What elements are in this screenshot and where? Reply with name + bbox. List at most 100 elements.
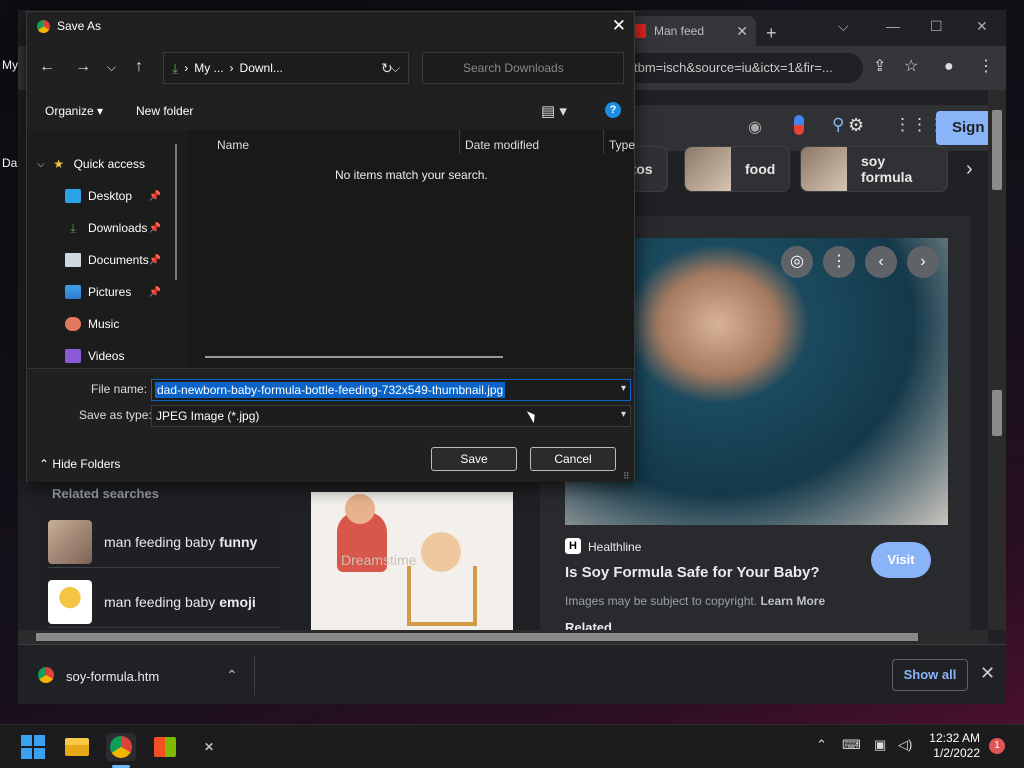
file-list-scrollbar[interactable] xyxy=(205,356,503,358)
address-breadcrumb[interactable]: ⤓ › My ... › Downl... ⌵ xyxy=(163,52,409,84)
nav-item-downloads[interactable]: ⤓ Downloads 📌 xyxy=(65,212,165,244)
scrollbar-thumb[interactable] xyxy=(36,633,918,641)
vertical-scrollbar[interactable] xyxy=(988,90,1006,630)
column-divider[interactable] xyxy=(603,130,604,154)
column-divider[interactable] xyxy=(459,130,460,154)
chip-thumbnail xyxy=(685,147,731,191)
more-options-icon[interactable]: ⋮ xyxy=(823,246,855,278)
search-icon[interactable]: ⚲ xyxy=(832,115,844,135)
dialog-close-button[interactable]: ✕ xyxy=(612,16,626,36)
save-button[interactable]: Save xyxy=(431,447,517,471)
documents-icon xyxy=(65,253,81,267)
back-arrow-icon[interactable]: ← xyxy=(39,59,55,75)
save-as-type-select[interactable]: JPEG Image (*.jpg) ▾ xyxy=(151,405,631,427)
refresh-icon[interactable]: ↻ xyxy=(381,60,393,77)
chip-soy-formula[interactable]: soy formula xyxy=(800,146,948,192)
chevron-down-icon[interactable]: ⌵ xyxy=(37,159,45,170)
nav-item-documents[interactable]: Documents 📌 xyxy=(65,244,165,276)
up-arrow-icon[interactable]: ↑ xyxy=(135,59,143,75)
new-tab-button[interactable]: + xyxy=(766,24,777,42)
nav-item-quick-access[interactable]: ⌵ ★ Quick access xyxy=(37,148,187,180)
chevron-up-icon[interactable]: ⌃ xyxy=(226,667,238,684)
visit-button[interactable]: Visit xyxy=(871,542,931,578)
volume-icon[interactable]: ◁) xyxy=(898,737,912,753)
scrollbar-thumb[interactable] xyxy=(992,390,1002,436)
file-explorer-app[interactable] xyxy=(62,733,92,761)
source-name: Healthline xyxy=(588,540,642,554)
profile-icon[interactable]: ● xyxy=(944,58,954,76)
start-button[interactable] xyxy=(18,733,48,761)
settings-gear-icon[interactable]: ⚙ xyxy=(848,115,864,136)
show-all-button[interactable]: Show all xyxy=(892,659,968,691)
nav-item-pictures[interactable]: Pictures 📌 xyxy=(65,276,165,308)
recent-locations-chevron-icon[interactable]: ⌵ xyxy=(107,59,116,75)
search-input[interactable]: Search Downloads xyxy=(422,52,624,84)
illustration-result-image[interactable]: Dreamstime xyxy=(311,492,513,630)
close-download-bar-icon[interactable]: ✕ xyxy=(980,663,995,684)
chrome-file-icon xyxy=(38,667,54,683)
tab-man-feeding[interactable]: Man feed ✕ xyxy=(626,16,756,46)
horizontal-scrollbar[interactable] xyxy=(18,630,988,644)
chevron-down-icon[interactable]: ▾ xyxy=(621,409,626,420)
minimize-button[interactable]: — xyxy=(886,18,900,34)
column-date-modified[interactable]: Date modified xyxy=(465,138,539,152)
tab-search-icon[interactable]: ⌵ xyxy=(838,18,849,35)
sign-in-button[interactable]: Sign i xyxy=(936,111,988,145)
lens-icon[interactable]: ◎ xyxy=(781,246,813,278)
resize-grip-icon[interactable]: ⠿ xyxy=(623,471,630,482)
breadcrumb-item[interactable]: Downl... xyxy=(240,61,283,75)
nav-item-music[interactable]: Music xyxy=(65,308,165,340)
desktop-icon xyxy=(65,189,81,203)
keyboard-icon[interactable]: ⌨ xyxy=(842,737,861,753)
column-type[interactable]: Type xyxy=(609,138,635,152)
chips-next-icon[interactable]: › xyxy=(966,158,973,181)
store-app[interactable] xyxy=(150,733,180,761)
related-item[interactable]: man feeding baby funny xyxy=(48,516,280,568)
new-folder-button[interactable]: New folder xyxy=(136,104,193,118)
maximize-button[interactable]: ☐ xyxy=(930,18,943,35)
previous-icon[interactable]: ‹ xyxy=(865,246,897,278)
empty-results-message: No items match your search. xyxy=(335,168,488,182)
chrome-app[interactable] xyxy=(106,733,136,761)
download-filename[interactable]: soy-formula.htm xyxy=(66,669,159,684)
related-item[interactable]: man feeding baby emoji xyxy=(48,576,280,628)
cancel-button[interactable]: Cancel xyxy=(530,447,616,471)
clock[interactable]: 12:32 AM 1/2/2022 xyxy=(922,731,980,761)
bookmark-star-icon[interactable]: ☆ xyxy=(904,58,918,76)
help-icon[interactable]: ? xyxy=(605,102,621,118)
close-window-button[interactable]: ✕ xyxy=(976,18,988,35)
chevron-up-icon: ⌃ xyxy=(39,457,50,471)
file-name-input[interactable]: dad-newborn-baby-formula-bottle-feeding-… xyxy=(151,379,631,401)
address-bar[interactable]: tbm=isch&source=iu&ictx=1&fir=... xyxy=(618,53,863,83)
nav-scrollbar[interactable] xyxy=(175,144,177,280)
learn-more-link[interactable]: Learn More xyxy=(760,594,825,608)
share-icon[interactable]: ⇪ xyxy=(873,58,886,76)
view-options-icon[interactable]: ▤ ▾ xyxy=(541,102,567,120)
chevron-up-icon[interactable]: ⌃ xyxy=(816,737,827,753)
column-name[interactable]: Name xyxy=(217,138,249,152)
forward-arrow-icon[interactable]: → xyxy=(75,59,91,75)
network-icon[interactable]: ▣ xyxy=(874,737,886,753)
next-icon[interactable]: › xyxy=(907,246,939,278)
scrollbar-thumb[interactable] xyxy=(992,110,1002,190)
menu-icon[interactable]: ⋮ xyxy=(978,58,994,76)
hide-folders-button[interactable]: ⌃ Hide Folders xyxy=(39,457,120,471)
tab-close-icon[interactable]: ✕ xyxy=(736,23,748,40)
chip-food[interactable]: food xyxy=(684,146,790,192)
music-icon xyxy=(65,317,81,331)
organize-button[interactable]: Organize ▾ xyxy=(45,104,103,118)
related-label: man feeding baby funny xyxy=(104,533,258,550)
microphone-icon[interactable] xyxy=(794,115,804,135)
dialog-title: Save As xyxy=(57,19,102,33)
breadcrumb-item[interactable]: My ... xyxy=(194,61,223,75)
notification-badge[interactable]: 1 xyxy=(989,738,1005,754)
chevron-down-icon[interactable]: ▾ xyxy=(621,383,626,394)
related-searches: Related searches man feeding baby funny … xyxy=(38,486,282,630)
paint-app[interactable]: ✕ xyxy=(194,733,224,761)
camera-icon[interactable]: ◉ xyxy=(748,117,762,137)
preview-title[interactable]: Is Soy Formula Safe for Your Baby? xyxy=(565,564,820,581)
related-label: man feeding baby emoji xyxy=(104,593,256,610)
nav-item-desktop[interactable]: Desktop 📌 xyxy=(65,180,165,212)
nav-label: Desktop xyxy=(88,189,133,203)
nav-label: Videos xyxy=(88,349,125,363)
